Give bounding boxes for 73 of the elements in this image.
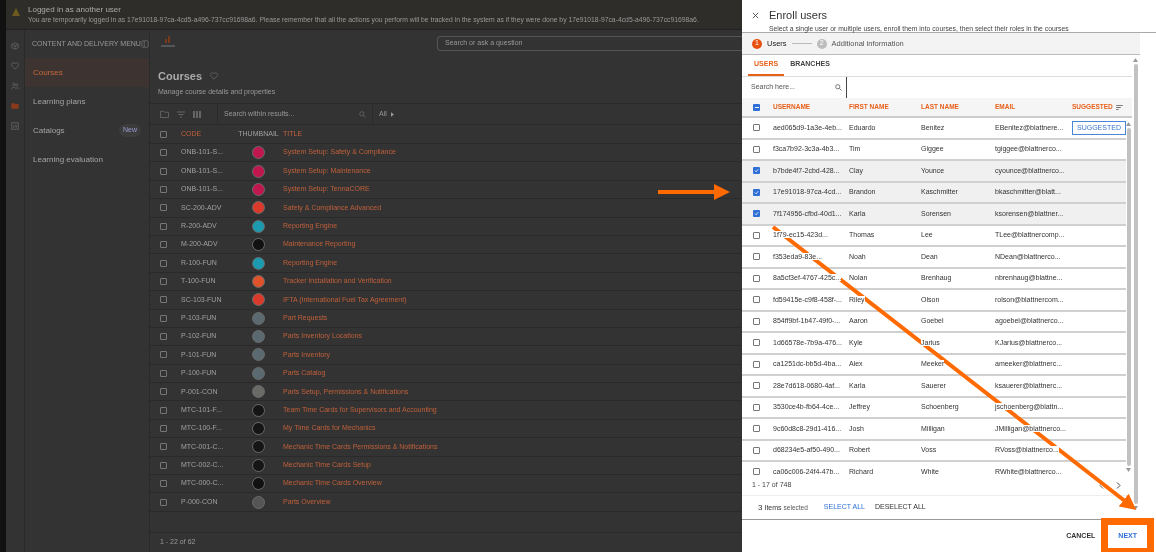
checkbox[interactable] [160, 498, 167, 506]
columns-icon[interactable] [193, 110, 201, 118]
checkbox[interactable] [753, 403, 760, 411]
scroll-down-icon[interactable] [1133, 506, 1139, 510]
menu-item[interactable]: Learning plans [33, 95, 86, 108]
checkbox[interactable] [753, 317, 760, 325]
checkbox[interactable] [753, 468, 760, 476]
scrollbar-thumb[interactable] [1126, 128, 1131, 466]
checkbox[interactable] [753, 124, 760, 132]
checkbox[interactable] [160, 388, 167, 396]
folder-icon[interactable] [11, 102, 19, 110]
heart-icon[interactable] [11, 62, 19, 70]
scrollbar-thumb[interactable] [1133, 64, 1138, 504]
filter-icon[interactable] [177, 110, 185, 118]
checkbox[interactable] [160, 296, 167, 304]
checkbox[interactable] [753, 382, 760, 390]
scroll-up-icon[interactable] [1133, 58, 1139, 62]
cube-icon[interactable] [11, 42, 19, 50]
checkbox[interactable] [160, 369, 167, 377]
users-icon[interactable] [11, 82, 19, 90]
chart-icon[interactable] [11, 122, 19, 130]
dialog-title: Enroll users [769, 8, 829, 23]
checkbox[interactable] [160, 167, 167, 175]
checkbox[interactable] [160, 204, 167, 212]
checkbox[interactable] [160, 351, 167, 359]
checkbox[interactable] [753, 274, 760, 282]
checkbox[interactable] [160, 443, 167, 451]
folder-icon[interactable] [160, 110, 169, 118]
page-title: Courses [158, 69, 203, 84]
checkbox[interactable] [753, 231, 760, 239]
menu-item[interactable]: Catalogs [33, 124, 65, 137]
checkbox[interactable] [753, 145, 760, 153]
checkbox[interactable] [753, 253, 760, 261]
checkbox[interactable] [160, 314, 167, 322]
menu-item[interactable]: Courses [33, 66, 63, 79]
checkbox[interactable] [753, 167, 760, 175]
checkbox[interactable] [160, 130, 167, 138]
checkbox[interactable] [753, 425, 760, 433]
checkbox[interactable] [160, 222, 167, 230]
selected-count: 3 [758, 501, 763, 514]
warning-icon [12, 8, 20, 16]
next-page-icon[interactable] [1116, 482, 1121, 489]
checkbox[interactable] [753, 446, 760, 454]
sidebar-toggle-icon[interactable] [140, 40, 149, 48]
banner-title: Logged in as another user [28, 5, 122, 15]
previous-page-icon[interactable] [1099, 482, 1104, 489]
logo-drawing [160, 36, 176, 48]
search-icon[interactable] [359, 110, 366, 118]
caret-icon [390, 111, 394, 117]
checkbox[interactable] [753, 296, 760, 304]
checkbox[interactable] [160, 241, 167, 249]
heart-icon[interactable] [210, 72, 219, 81]
checkbox[interactable] [160, 425, 167, 433]
menu-item[interactable]: Learning evaluation [33, 153, 103, 166]
scroll-up-icon[interactable] [1126, 122, 1132, 126]
checkbox[interactable] [753, 339, 760, 347]
close-icon[interactable] [752, 12, 759, 19]
search-icon[interactable] [835, 84, 842, 91]
checkbox[interactable] [160, 461, 167, 469]
sort-icon[interactable] [1115, 104, 1123, 110]
checkbox[interactable] [160, 185, 167, 193]
checkbox[interactable] [160, 333, 167, 341]
checkbox[interactable] [753, 188, 760, 196]
checkbox[interactable] [753, 210, 760, 218]
scroll-down-icon[interactable] [1126, 468, 1132, 472]
checkbox[interactable] [160, 277, 167, 285]
checkbox[interactable] [753, 103, 760, 111]
checkbox[interactable] [160, 259, 167, 267]
checkbox[interactable] [160, 149, 167, 157]
annotation-arrow [658, 184, 730, 200]
checkbox[interactable] [753, 360, 760, 368]
checkbox[interactable] [160, 480, 167, 488]
checkbox[interactable] [160, 406, 167, 414]
